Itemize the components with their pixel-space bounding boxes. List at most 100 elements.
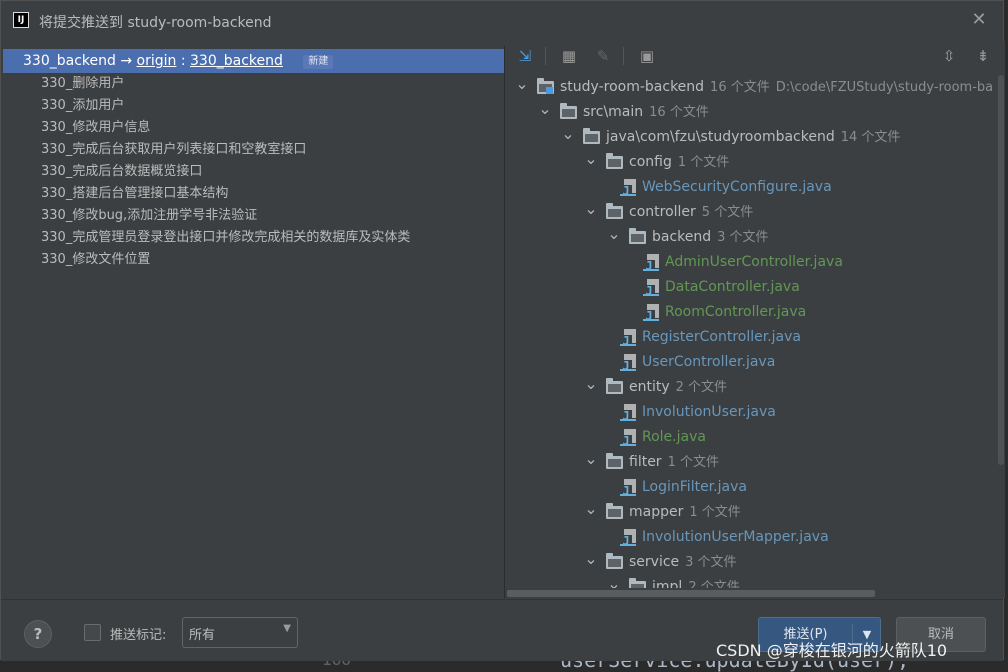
tree-folder-node[interactable]: ⌄ controller 5 个文件 <box>507 200 1005 225</box>
group-by-icon[interactable]: ▦ <box>559 46 579 66</box>
dialog-title: 将提交推送到 study-room-backend <box>39 15 272 31</box>
toolbar-separator <box>623 47 624 65</box>
tree-node-name: entity <box>629 379 670 395</box>
folder-icon <box>606 153 623 169</box>
tree-file-node[interactable]: J LoginFilter.java <box>507 475 1005 500</box>
expand-all-icon[interactable]: ⇳ <box>939 46 959 66</box>
tree-node-label: mapper 1 个文件 <box>629 500 741 525</box>
tree-file-node[interactable]: J DataController.java <box>507 275 1005 300</box>
chevron-down-icon[interactable]: ⌄ <box>584 150 598 168</box>
tree-node-name: filter <box>629 454 662 470</box>
branch-row[interactable]: 330_backend → origin : 330_backend 新建 <box>3 49 504 73</box>
tree-node-label: UserController.java <box>642 350 775 375</box>
chevron-down-icon[interactable]: ⌄ <box>584 375 598 393</box>
java-file-icon: J <box>620 429 638 447</box>
tree-node-name: config <box>629 154 672 170</box>
toolbar-separator <box>545 47 546 65</box>
push-tags-select-value: 所有 <box>189 628 216 643</box>
tree-folder-node[interactable]: ⌄ java\com\fzu\studyroombackend 14 个文件 <box>507 125 1005 150</box>
tree-file-node[interactable]: J RegisterController.java <box>507 325 1005 350</box>
tree-file-node[interactable]: J Role.java <box>507 425 1005 450</box>
tree-folder-node[interactable]: ⌄ service 3 个文件 <box>507 550 1005 575</box>
tree-node-label: Role.java <box>642 425 706 450</box>
close-icon[interactable]: ✕ <box>969 10 989 30</box>
intellij-logo-icon: IJ <box>13 12 29 28</box>
horizontal-scroll-thumb[interactable] <box>507 590 875 597</box>
tree-folder-node[interactable]: ⌄ filter 1 个文件 <box>507 450 1005 475</box>
commit-item[interactable]: 330_搭建后台管理接口基本结构 <box>3 183 504 205</box>
folder-icon-inner <box>585 134 598 142</box>
push-tags-label: 推送标记: <box>110 628 167 643</box>
push-tags-select[interactable]: 所有 ▼ <box>182 617 298 648</box>
chevron-down-icon: ▼ <box>283 623 291 634</box>
chevron-down-icon[interactable]: ⌄ <box>584 550 598 568</box>
tree-folder-node[interactable]: ⌄ config 1 个文件 <box>507 150 1005 175</box>
changes-toolbar: ⇲ ▦ ✎ ▣ ⇳ ⇟ <box>507 41 1005 71</box>
folder-icon <box>629 228 646 244</box>
tree-file-node[interactable]: J InvolutionUser.java <box>507 400 1005 425</box>
tree-node-label: controller 5 个文件 <box>629 200 753 225</box>
tree-node-name: UserController.java <box>642 354 776 370</box>
commit-item[interactable]: 330_删除用户 <box>3 73 504 95</box>
commit-item[interactable]: 330_修改文件位置 <box>3 249 504 271</box>
help-button[interactable]: ? <box>24 620 52 648</box>
java-file-icon: J <box>620 179 638 197</box>
tree-node-count: 3 个文件 <box>717 230 769 245</box>
tree-node-name: DataController.java <box>665 279 800 295</box>
tree-node-count: 1 个文件 <box>667 455 719 470</box>
tree-node-label: src\main 16 个文件 <box>583 100 709 125</box>
tree-node-label: InvolutionUser.java <box>642 400 776 425</box>
vertical-scrollbar[interactable] <box>995 75 1005 475</box>
tree-folder-node[interactable]: ⌄ backend 3 个文件 <box>507 225 1005 250</box>
tree-folder-node[interactable]: ⌄ src\main 16 个文件 <box>507 100 1005 125</box>
commit-item[interactable]: 330_修改bug,添加注册学号非法验证 <box>3 205 504 227</box>
commit-item[interactable]: 330_修改用户信息 <box>3 117 504 139</box>
folder-icon <box>606 503 623 519</box>
tree-node-label: RegisterController.java <box>642 325 801 350</box>
tree-file-node[interactable]: J UserController.java <box>507 350 1005 375</box>
commit-item[interactable]: 330_完成后台数据概览接口 <box>3 161 504 183</box>
tree-node-label: service 3 个文件 <box>629 550 737 575</box>
tree-node-name: WebSecurityConfigure.java <box>642 179 832 195</box>
chevron-down-icon[interactable]: ⌄ <box>515 75 529 93</box>
commit-item[interactable]: 330_完成管理员登录登出接口并修改完成相关的数据库及实体类 <box>3 227 504 249</box>
chevron-down-icon[interactable]: ⌄ <box>584 200 598 218</box>
horizontal-scrollbar[interactable] <box>507 588 1005 598</box>
tree-folder-node[interactable]: ⌄ entity 2 个文件 <box>507 375 1005 400</box>
show-diff-icon[interactable]: ▣ <box>637 46 657 66</box>
tree-folder-node[interactable]: ⌄ mapper 1 个文件 <box>507 500 1005 525</box>
vertical-scroll-thumb[interactable] <box>998 75 1004 465</box>
collapse-all-icon[interactable]: ⇟ <box>973 46 993 66</box>
remote-branch-link[interactable]: 330_backend <box>190 53 283 69</box>
tree-file-node[interactable]: J WebSecurityConfigure.java <box>507 175 1005 200</box>
folder-icon-inner <box>631 234 644 242</box>
chevron-down-icon[interactable]: ⌄ <box>538 100 552 118</box>
tree-node-count: 16 个文件 <box>649 105 709 120</box>
changes-panel: ⇲ ▦ ✎ ▣ ⇳ ⇟ ⌄ study-room-backend 16 个文件 D:\… <box>507 41 1005 598</box>
java-file-icon: J <box>620 479 638 497</box>
chevron-down-icon[interactable]: ⌄ <box>561 125 575 143</box>
tree-folder-node[interactable]: ⌄ study-room-backend 16 个文件 D:\code\FZUStud… <box>507 75 1005 100</box>
collapse-merge-icon[interactable]: ⇲ <box>515 46 535 66</box>
edit-icon[interactable]: ✎ <box>593 46 613 66</box>
tree-node-path: D:\code\FZUStudy\study-room-ba <box>775 80 994 95</box>
folder-icon <box>606 203 623 219</box>
commits-panel: 330_backend → origin : 330_backend 新建 33… <box>3 46 505 598</box>
tree-file-node[interactable]: J InvolutionUserMapper.java <box>507 525 1005 550</box>
tree-node-name: java\com\fzu\studyroombackend <box>606 129 835 145</box>
folder-icon <box>606 453 623 469</box>
remote-link[interactable]: origin <box>137 53 177 69</box>
push-tags-checkbox[interactable] <box>84 624 101 641</box>
tree-node-name: src\main <box>583 104 644 120</box>
chevron-down-icon[interactable]: ⌄ <box>584 450 598 468</box>
folder-icon-inner <box>608 559 621 567</box>
folder-icon-inner <box>608 159 621 167</box>
commit-item[interactable]: 330_完成后台获取用户列表接口和空教室接口 <box>3 139 504 161</box>
chevron-down-icon[interactable]: ⌄ <box>607 225 621 243</box>
java-file-icon: J <box>620 329 638 347</box>
tree-file-node[interactable]: J AdminUserController.java <box>507 250 1005 275</box>
chevron-down-icon[interactable]: ⌄ <box>584 500 598 518</box>
commit-item[interactable]: 330_添加用户 <box>3 95 504 117</box>
tree-file-node[interactable]: J RoomController.java <box>507 300 1005 325</box>
watermark: CSDN @穿梭在银河的火箭队10 <box>716 641 948 660</box>
